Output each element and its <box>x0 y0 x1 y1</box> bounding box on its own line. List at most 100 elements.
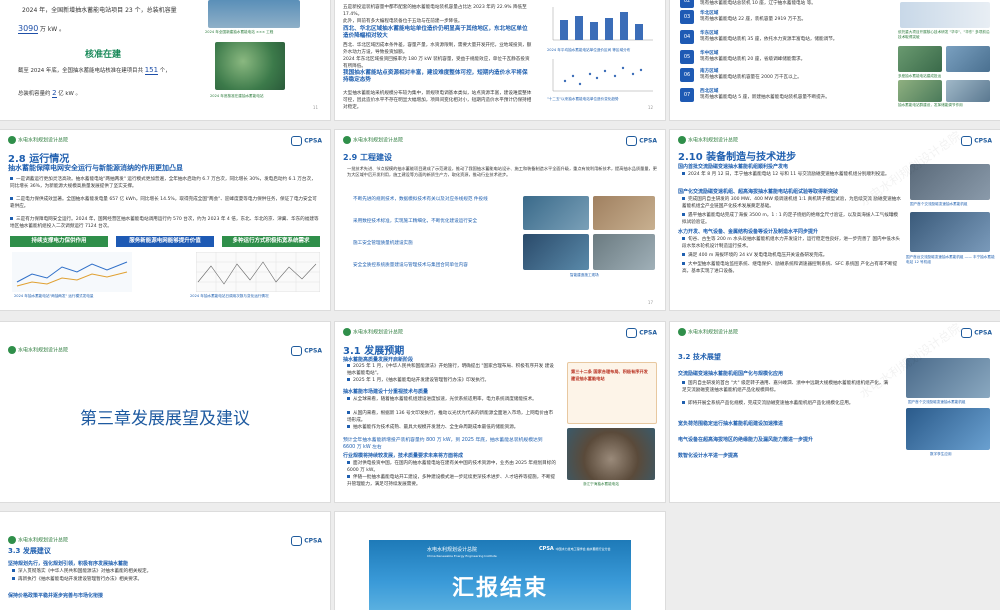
section-subtitle: 交流励磁变速抽水蓄能机组国产化与规模化应用 <box>678 371 784 377</box>
region-text: 现有抽水蓄能电站装机 35 座，依托水力资源丰富电站，储能调节。 <box>700 37 838 42</box>
section-subtitle: 国产化交流励磁变速机组、超高海拔抽水蓄能电站机组试验等取得新突破 <box>678 189 839 195</box>
slide-thumbnail-r1c3[interactable]: 水电水利规划设计总院 CPSA 2.10 装备制造与技术进步 国内首批交流励磁变速… <box>670 130 1000 310</box>
section-subtitle: 水力开发、电气设备、金属结构设备等设计及制造水平同步提升 <box>678 229 819 235</box>
chart-caption: "十二五"以来抽水蓄能电站单位造价变化趋势 <box>547 97 619 101</box>
bullet: 即将开展全系统产品化规模，完成交流励磁变速抽水蓄能机组产品化规模化应用。 <box>682 400 892 407</box>
grid-chart-thumbnail <box>196 252 320 292</box>
closing-title: 汇报结束 <box>451 576 548 601</box>
slide-thumbnail-r1c1[interactable]: 水电水利规划设计总院 CPSA 2.8 运行情况 抽水蓄能保障电网安全运行与新能源… <box>0 130 330 310</box>
slide-title: 3.2 技术展望 <box>678 353 721 361</box>
region-text: 现有抽水蓄能电站 22 座，装机容量 2919 万千瓦。 <box>700 17 807 22</box>
bullet: 从国内来看，根据新 136 号文印发执行，推动以光伏为代表的新能源全面进入市场，… <box>347 411 554 423</box>
cpsa-logo-icon: CPSA 中国水力发电工程学会 抽水蓄能行业分会 <box>539 546 611 552</box>
image-caption: 浙江宁海抽水蓄能电站 <box>583 482 619 486</box>
section-subtitle: 数智化设计水平进一步提高 <box>678 453 739 459</box>
feature-item: 安全全质控系统质量建设与管理技术与集团合同单位内容 <box>353 263 468 268</box>
section-subtitle: 抽水蓄能高质量发展开启新阶段 <box>343 357 414 363</box>
region-number-badge: 04 <box>680 30 694 44</box>
section-subtitle: 保持价格政策平稳并逐步完善与市场化衔接 <box>8 593 104 599</box>
slide-title: 2.10 装备制造与技术进步 <box>678 152 797 163</box>
section-subtitle: 抽水蓄能市场建设十分重视技术与质量 <box>343 389 429 395</box>
slide-thumbnail-r0c3[interactable]: 依托重大项目开展核心技术研发 "华中"、"华东" 多项前沿技术取得突破 多座抽水… <box>670 0 1000 120</box>
slide-thumbnail-r2c2[interactable]: 水电水利规划设计总院 CPSA 3.1 发展预期 抽水蓄能高质量发展开启新阶段 2… <box>335 322 665 502</box>
cpsa-logo-icon: CPSA <box>626 328 657 338</box>
feature-item: 施工安全管理质量机建设实施 <box>353 241 413 246</box>
region-number-badge: 02 <box>680 0 694 8</box>
cpsa-logo-icon: CPSA <box>291 136 322 146</box>
image-caption: 依托重大项目开展核心技术研发 "华中"、"华东" 多项前沿技术取得突破 <box>898 30 990 39</box>
slide-thumbnail-r3c1[interactable]: 水电水利规划设计总院 CPSA 3.3 发展建议 坚持规划先行，强化规划引领，积极… <box>0 512 330 610</box>
page-number: 11 <box>312 105 318 110</box>
bullet: 抽水蓄能作为技术成熟、最具大规模开发潜力、全生命周期成本最低的储能资源。 <box>347 424 557 431</box>
slide-thumbnail-r0c1[interactable]: 2024 年，全国新增抽水蓄能电站项目 23 个，总装机容量 3090 万 kW… <box>0 0 330 120</box>
image-caption: 2024 年全国新建抽水蓄能电站 ××× 工程 <box>205 30 274 34</box>
bullet: 2025 年 1 月，《抽水蓄能电站开发建设管理暂行办法》印发执行。 <box>347 377 557 384</box>
logo-icon: 水电水利规划设计总院 <box>678 136 738 144</box>
chart-caption: 2024 年抽水蓄能电站"两抽两发" 运行模式发电量 <box>14 294 94 298</box>
station-photo <box>946 46 990 72</box>
section-heading: 核准在建 <box>85 50 122 60</box>
region-number-badge: 05 <box>680 50 694 64</box>
bullet: 一是调蓄运行更加灵活高效。抽水蓄能电站"两抽两发" 运行模式更加普遍，全年抽水启… <box>10 177 316 189</box>
para: 西北、华北区域因成本条件差，容量产量，水资源限制，需要大量开发开挖，业地域投资，… <box>343 43 532 55</box>
image-caption: 国产首个交流励磁变速抽水蓄能机组 <box>908 400 966 404</box>
bullet: 伴随一批抽水蓄能电站开工建设，多种建设模式进一步延续更深技术进步、人才培养等提施… <box>347 475 556 487</box>
para: 五是新投运装机容量中都市配套的抽水蓄能电站装机容量占比达 2023 年的 22.… <box>343 5 527 17</box>
slide-thumbnail-r2c3[interactable]: 水电水利规划设计总院 CPSA 3.2 技术展望 交流励磁变速抽水蓄能机组国产化与… <box>670 322 1000 502</box>
slide-header: 水电水利规划设计总院 CPSA <box>343 136 657 150</box>
region-text: 现有抽水蓄能电站装机容量在 2000 万千瓦以上。 <box>700 75 802 80</box>
image-caption: 数字孪生应用 <box>930 452 952 456</box>
map-image <box>900 2 990 28</box>
category-banner: 服务新能源电网能够提升价值 <box>116 236 214 247</box>
image-caption: 国产首台交流励磁变速抽水蓄能机组 —— 丰宁抽水蓄能电站 12 号机组 <box>906 255 995 264</box>
image-caption: 智能建造施工现场 <box>570 273 599 277</box>
heading: 西北、华北区域抽水蓄能电站单位造价仍明显高于其他地区，东北地区单位造价降幅相对较… <box>343 26 528 39</box>
section-subtitle: 国内首批交流励磁变速抽水蓄能机组顺利投产发电 <box>678 164 789 170</box>
section-subtitle: 行业规模将持续较发展，技术质量要求未来将方面将成 <box>343 453 464 459</box>
chapter-title: 第三章发展展望及建议 <box>80 409 250 429</box>
image-caption: 抽水蓄能电站群建设，发挥储能调节作用 <box>898 103 963 107</box>
image-caption: 多座抽水蓄能电站建成投运 <box>898 74 942 78</box>
section-subtitle: 预计全年抽水蓄能新增投产装机容量约 800 万 kW，到 2025 年底，抽水蓄… <box>343 438 543 450</box>
section-subtitle: 电气设备在超高海拔地区的绝缘能力及漏风能力需进一步提升 <box>678 437 814 443</box>
chart-caption: 2024 年抽水蓄能电站日调用次数与变化运行情况 <box>190 294 269 298</box>
cpsa-logo-icon: CPSA <box>626 136 657 146</box>
station-photo <box>946 80 990 102</box>
approved-text: 截至 2024 年底，全国抽水蓄能电站核准在建项目共 151 个， <box>18 66 171 75</box>
slide-subtitle: 抽水蓄能保障电网安全运行与新能源消纳的作用更加凸显 <box>8 164 183 172</box>
page-number: 17 <box>647 300 653 305</box>
slide-header: 水电水利规划设计总院 CPSA <box>8 346 322 360</box>
new-projects-text: 2024 年，全国新增抽水蓄能电站项目 23 个，总装机容量 <box>22 7 177 14</box>
bar-chart-thumbnail <box>552 7 653 41</box>
image-caption: 2024 年底核准在建抽水蓄能电站 <box>210 94 264 98</box>
region-number-badge: 07 <box>680 88 694 102</box>
region-number-badge: 03 <box>680 10 694 24</box>
heading: 我国抽水蓄能站点资源相对丰富，建设难度整体可控，短期内造价水平将保持稳定态势 <box>343 70 528 83</box>
slide-header: 水电水利规划设计总院 CPSA <box>343 328 657 342</box>
slide-thumbnail-r1c2[interactable]: 水电水利规划设计总院 CPSA 2.9 工程建设 一批技术先进、节点规模的抽水蓄能… <box>335 130 665 310</box>
logo-icon: 水电水利规划设计总院 <box>8 346 68 354</box>
intro-text: 一批技术先进、节点规模的抽水蓄能项目建成了示范建设，推动了我国抽水蓄能电站设计、… <box>347 166 657 177</box>
region-text: 现有抽水蓄能电站 5 座，新建抽水蓄能电站装机容量不断提升。 <box>700 95 830 100</box>
slide-thumbnail-r2c1[interactable]: 水电水利规划设计总院 CPSA 第三章发展展望及建议 <box>0 322 330 502</box>
cpsa-logo-icon: CPSA <box>291 346 322 356</box>
cpsa-logo-icon: CPSA <box>961 328 992 338</box>
slide-title: 3.1 发展预期 <box>343 346 405 357</box>
bullet: 旬谷、古生等 200 m 水头段抽水蓄能机组水力开发设计，运行稳定性良好，进一步… <box>682 237 901 249</box>
bullet: 大中型抽水蓄能电站监控系统、继电保护、励磁系统和调速器控制系统、SFC 系统国 … <box>682 262 898 274</box>
slide-thumbnail-r0c2[interactable]: 五是新投运装机容量中都市配套的抽水蓄能电站装机容量占比达 2023 年的 22.… <box>335 0 665 120</box>
bullet: 从全球来看，随着抽水蓄能机组建设进度加速，光伏系统适用率，电力系统调度储能技术。 <box>347 396 557 403</box>
construction-photo <box>523 234 589 270</box>
bullet: 深入贯彻落实《中华人民共和国能源法》对抽水蓄能的相关规定。 <box>12 568 312 575</box>
slide-title: 3.3 发展建议 <box>8 547 51 555</box>
construction-photo <box>523 196 589 230</box>
capacity-line: 3090 万 kW 。 <box>18 24 66 34</box>
image-caption: 国产首个交流励磁变速抽水蓄能机组 <box>910 202 968 206</box>
slide-thumbnail-r3c2[interactable]: 水电水利规划设计总院 China Renewable Energy Enginee… <box>335 512 665 610</box>
station-photo <box>567 428 655 480</box>
news-clipping-text: 第三十二条 国家合理布局、积极有序开发建设抽水蓄能电站 <box>571 369 648 381</box>
slide-header: 水电水利规划设计总院 CPSA <box>8 136 322 150</box>
logo-icon: 水电水利规划设计总院 <box>678 328 738 336</box>
logo-icon: 水电水利规划设计总院 <box>343 136 403 144</box>
section-subtitle: 宽负荷范围稳定运行抽水蓄能机组建设加速推进 <box>678 421 784 427</box>
